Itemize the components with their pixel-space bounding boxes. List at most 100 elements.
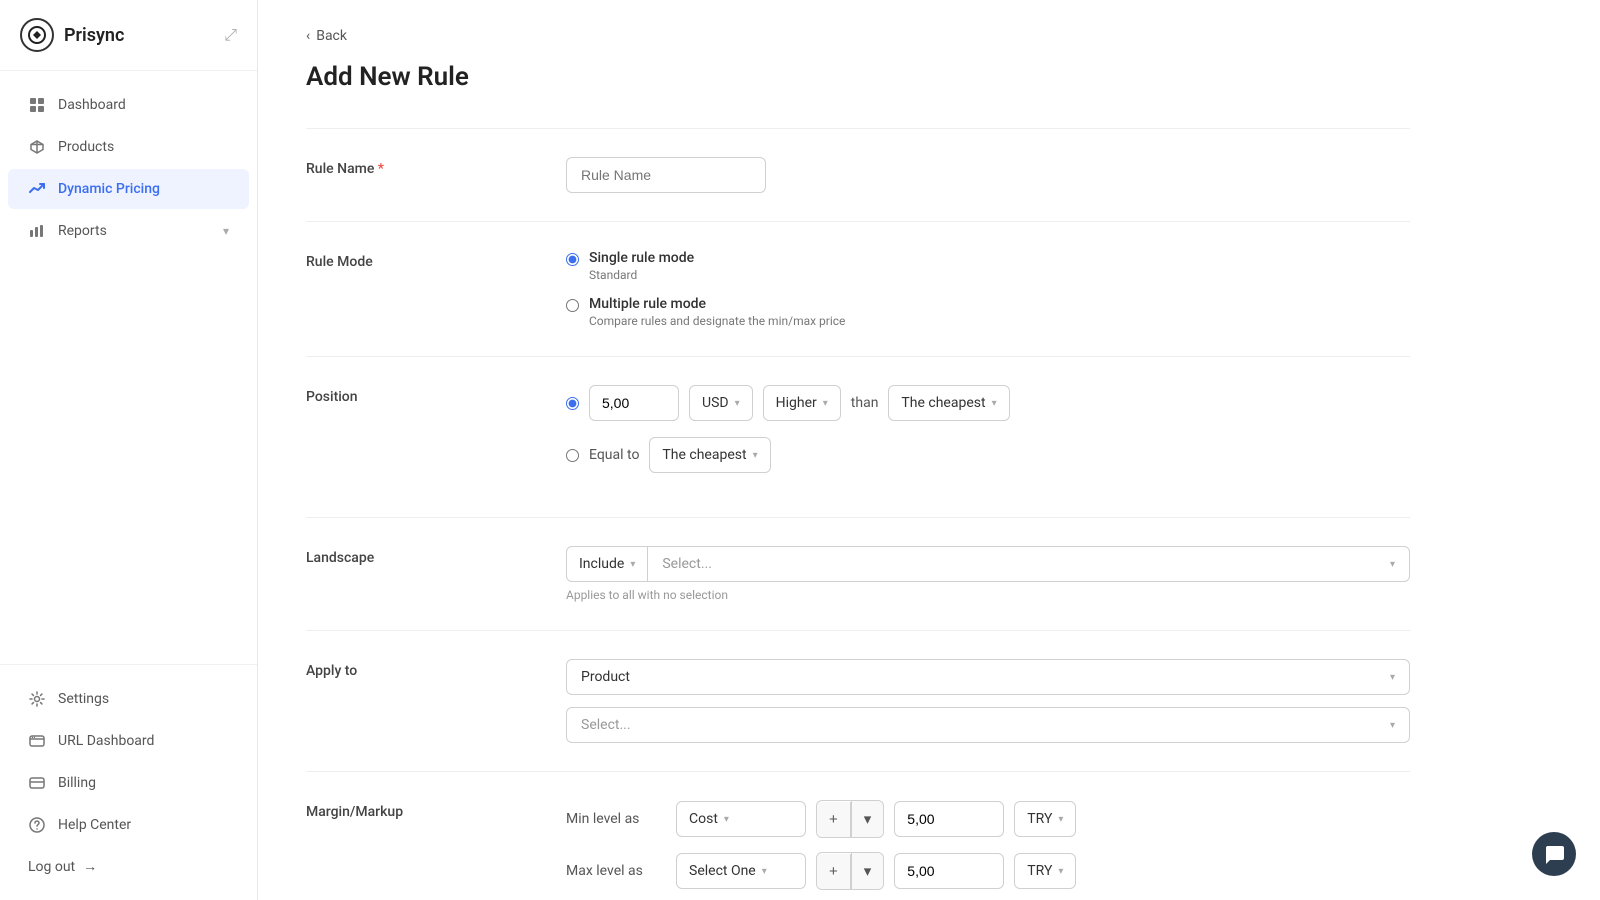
back-label: Back: [316, 28, 347, 44]
apply-to-select[interactable]: Product ▾: [566, 659, 1410, 695]
max-currency-chevron-icon: ▾: [1058, 866, 1063, 877]
max-level-currency: TRY: [1027, 863, 1052, 879]
min-currency-chevron-icon: ▾: [1058, 814, 1063, 825]
min-level-currency: TRY: [1027, 811, 1052, 827]
apply-to-content: Product ▾ Select... ▾: [566, 659, 1410, 743]
back-link[interactable]: ‹ Back: [306, 28, 1410, 44]
rule-mode-single-radio[interactable]: [566, 253, 579, 266]
landscape-hint: Applies to all with no selection: [566, 588, 1410, 602]
chat-bubble-button[interactable]: [1532, 832, 1576, 876]
equal-to-label: Equal to: [589, 447, 639, 463]
sidebar-item-url-dashboard[interactable]: URL Dashboard: [8, 721, 249, 761]
sidebar-item-label-dynamic-pricing: Dynamic Pricing: [58, 181, 160, 197]
max-level-value: Select One: [689, 863, 756, 879]
include-chevron-icon: ▾: [630, 559, 635, 570]
rule-mode-section: Rule Mode Single rule mode Standard Mult…: [306, 221, 1410, 356]
direction-select[interactable]: Higher ▾: [763, 385, 841, 421]
question-icon: [28, 816, 46, 834]
landscape-row: Include ▾ Select... ▾: [566, 546, 1410, 582]
position-content: USD ▾ Higher ▾ than The cheapest ▾: [566, 385, 1410, 489]
trending-icon: [28, 180, 46, 198]
min-level-currency-select[interactable]: TRY ▾: [1014, 801, 1076, 837]
sidebar-item-label-products: Products: [58, 139, 114, 155]
landscape-chevron-icon: ▾: [1390, 559, 1395, 570]
link-icon: [28, 732, 46, 750]
equal-to-chevron-icon: ▾: [753, 450, 758, 461]
rule-mode-multiple-radio[interactable]: [566, 299, 579, 312]
rule-mode-multiple-label: Multiple rule mode: [589, 296, 845, 312]
rule-mode-multiple-option: Multiple rule mode Compare rules and des…: [566, 296, 1410, 328]
apply-to-second-select[interactable]: Select... ▾: [566, 707, 1410, 743]
max-level-chevron-icon: ▾: [762, 866, 767, 877]
than-label: than: [851, 395, 879, 411]
min-level-chevron-icon: ▾: [724, 814, 729, 825]
sidebar-item-dynamic-pricing[interactable]: Dynamic Pricing: [8, 169, 249, 209]
min-level-row: Min level as Cost ▾ + ▾ TRY ▾: [566, 800, 1410, 838]
direction-value: Higher: [776, 395, 817, 411]
back-arrow-icon: ‹: [306, 28, 310, 44]
logout-button[interactable]: Log out →: [8, 847, 249, 886]
landscape-content: Include ▾ Select... ▾ Applies to all wit…: [566, 546, 1410, 602]
include-select[interactable]: Include ▾: [566, 546, 648, 582]
min-level-value-input[interactable]: [894, 801, 1004, 837]
equal-to-select[interactable]: The cheapest ▾: [649, 437, 770, 473]
direction-chevron-icon: ▾: [823, 398, 828, 409]
gear-icon: [28, 690, 46, 708]
currency-value: USD: [702, 395, 729, 411]
logout-label: Log out: [28, 859, 75, 875]
position-radio-1[interactable]: [566, 397, 579, 410]
sidebar-item-help-center[interactable]: Help Center: [8, 805, 249, 845]
include-value: Include: [579, 556, 624, 572]
sidebar-logo: Prisync ⤢: [0, 0, 257, 71]
max-level-row: Max level as Select One ▾ + ▾ TRY ▾: [566, 852, 1410, 890]
rule-mode-radio-group: Single rule mode Standard Multiple rule …: [566, 250, 1410, 328]
grid-icon: [28, 96, 46, 114]
rule-mode-single-option: Single rule mode Standard: [566, 250, 1410, 282]
comparison-select[interactable]: The cheapest ▾: [888, 385, 1009, 421]
min-level-select[interactable]: Cost ▾: [676, 801, 806, 837]
max-level-currency-select[interactable]: TRY ▾: [1014, 853, 1076, 889]
plus-button[interactable]: +: [817, 802, 851, 837]
max-level-value-input[interactable]: [894, 853, 1004, 889]
apply-to-chevron-icon: ▾: [1390, 672, 1395, 683]
min-level-stepper: + ▾: [816, 800, 884, 838]
rule-mode-content: Single rule mode Standard Multiple rule …: [566, 250, 1410, 328]
rule-name-label: Rule Name *: [306, 157, 526, 193]
sidebar-item-label-help-center: Help Center: [58, 817, 131, 833]
card-icon: [28, 774, 46, 792]
sidebar-item-dashboard[interactable]: Dashboard: [8, 85, 249, 125]
min-level-label: Min level as: [566, 811, 666, 827]
sidebar-item-reports[interactable]: Reports ▾: [8, 211, 249, 251]
rule-mode-single-label: Single rule mode: [589, 250, 694, 266]
min-level-value: Cost: [689, 811, 718, 827]
landscape-label: Landscape: [306, 546, 526, 602]
minus-button[interactable]: ▾: [851, 853, 884, 889]
landscape-value-select[interactable]: Select... ▾: [648, 546, 1410, 582]
bar-chart-icon: [28, 222, 46, 240]
margin-markup-section: Margin/Markup Min level as Cost ▾ + ▾ TR…: [306, 771, 1410, 900]
rule-name-content: [566, 157, 1410, 193]
position-row-1: USD ▾ Higher ▾ than The cheapest ▾: [566, 385, 1410, 421]
sidebar-item-label-url-dashboard: URL Dashboard: [58, 733, 154, 749]
comparison-value: The cheapest: [901, 395, 985, 411]
box-icon: [28, 138, 46, 156]
sidebar-item-billing[interactable]: Billing: [8, 763, 249, 803]
rule-name-section: Rule Name *: [306, 128, 1410, 221]
max-level-select[interactable]: Select One ▾: [676, 853, 806, 889]
equal-to-value: The cheapest: [662, 447, 746, 463]
sidebar-item-products[interactable]: Products: [8, 127, 249, 167]
minus-button[interactable]: ▾: [851, 801, 884, 837]
apply-to-label: Apply to: [306, 659, 526, 743]
currency-chevron-icon: ▾: [735, 398, 740, 409]
position-value-input[interactable]: [589, 385, 679, 421]
sidebar-item-settings[interactable]: Settings: [8, 679, 249, 719]
position-radio-2[interactable]: [566, 449, 579, 462]
apply-to-second-placeholder: Select...: [581, 717, 631, 733]
plus-button[interactable]: +: [817, 854, 851, 889]
position-section: Position USD ▾ Higher ▾ than: [306, 356, 1410, 517]
apply-to-section: Apply to Product ▾ Select... ▾: [306, 630, 1410, 771]
currency-select[interactable]: USD ▾: [689, 385, 753, 421]
logout-arrow-icon: →: [83, 858, 97, 875]
rule-name-input[interactable]: [566, 157, 766, 193]
sidebar-expand-icon[interactable]: ⤢: [224, 25, 237, 45]
